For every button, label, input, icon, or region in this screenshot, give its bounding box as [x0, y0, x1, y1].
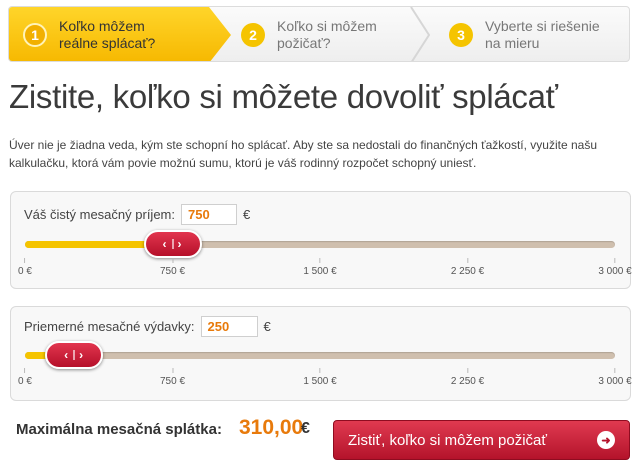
income-panel: Váš čistý mesačný príjem: 750 € ‹ › 0 € 7…	[10, 191, 632, 289]
income-tick-label: 0 €	[18, 258, 32, 277]
chevron-right-icon: ›	[177, 237, 183, 251]
calculate-loan-button-label: Zistiť, koľko si môžem požičať	[348, 431, 548, 449]
income-tick-label: 750 €	[160, 258, 185, 277]
income-tick-label: 2 250 €	[451, 258, 484, 277]
grip-icon	[171, 239, 174, 249]
income-ticks: 0 € 750 € 1 500 € 2 250 € 3 000 €	[18, 258, 632, 278]
expenses-input[interactable]: 250	[200, 316, 258, 337]
step-2-number: 2	[241, 23, 265, 47]
step-2-label: Koľko si môžem požičať?	[277, 18, 377, 51]
step-3[interactable]: 3 Vyberte si riešenie na mieru	[445, 7, 629, 61]
income-input[interactable]: 750	[181, 204, 237, 225]
intro-text: Úver nie je žiadna veda, kým ste schopní…	[9, 138, 597, 170]
step-3-label: Vyberte si riešenie na mieru	[485, 18, 600, 51]
expenses-tick-label: 0 €	[18, 368, 32, 387]
expenses-slider-handle[interactable]: ‹ ›	[45, 341, 104, 369]
chevron-left-icon: ‹	[162, 237, 168, 251]
expenses-field-row: Priemerné mesačné výdavky: 250 €	[24, 316, 271, 337]
step-1-number: 1	[23, 23, 47, 47]
expenses-tick-label: 3 000 €	[598, 368, 631, 387]
income-slider-track[interactable]: ‹ ›	[25, 230, 615, 258]
step-separator-icon	[410, 7, 431, 61]
expenses-tick-label: 2 250 €	[451, 368, 484, 387]
expenses-tick-label: 750 €	[160, 368, 185, 387]
grip-icon	[73, 350, 76, 360]
calculate-loan-button[interactable]: Zistiť, koľko si môžem požičať ➜	[333, 420, 630, 460]
income-field-row: Váš čistý mesačný príjem: 750 €	[24, 204, 250, 225]
result-label: Maximálna mesačná splátka:	[16, 421, 222, 438]
expenses-panel: Priemerné mesačné výdavky: 250 € ‹ › 0 €…	[10, 306, 632, 401]
expenses-slider-track[interactable]: ‹ ›	[25, 341, 615, 369]
chevron-right-icon: ›	[79, 348, 85, 362]
chevron-left-icon: ‹	[64, 348, 70, 362]
step-2[interactable]: 2 Koľko si môžem požičať?	[237, 7, 427, 61]
step-3-number: 3	[449, 23, 473, 47]
page-title: Zistite, koľko si môžete dovoliť splácať	[9, 78, 558, 115]
income-label: Váš čistý mesačný príjem:	[24, 207, 175, 222]
result-currency: €	[301, 420, 310, 437]
expenses-currency: €	[263, 319, 271, 334]
expenses-label: Priemerné mesačné výdavky:	[24, 319, 195, 334]
income-tick-label: 3 000 €	[598, 258, 631, 277]
step-1[interactable]: 1 Koľko môžem reálne splácať?	[9, 7, 231, 61]
income-slider-handle[interactable]: ‹ ›	[143, 230, 202, 258]
arrow-right-icon: ➜	[597, 431, 615, 449]
steps-bar: 1 Koľko môžem reálne splácať? 2 Koľko si…	[8, 6, 630, 62]
expenses-ticks: 0 € 750 € 1 500 € 2 250 € 3 000 €	[18, 368, 632, 388]
income-tick-label: 1 500 €	[303, 258, 336, 277]
step-1-label: Koľko môžem reálne splácať?	[59, 18, 156, 51]
income-currency: €	[243, 207, 251, 222]
expenses-tick-label: 1 500 €	[303, 368, 336, 387]
result-value: 310,00	[239, 416, 304, 439]
